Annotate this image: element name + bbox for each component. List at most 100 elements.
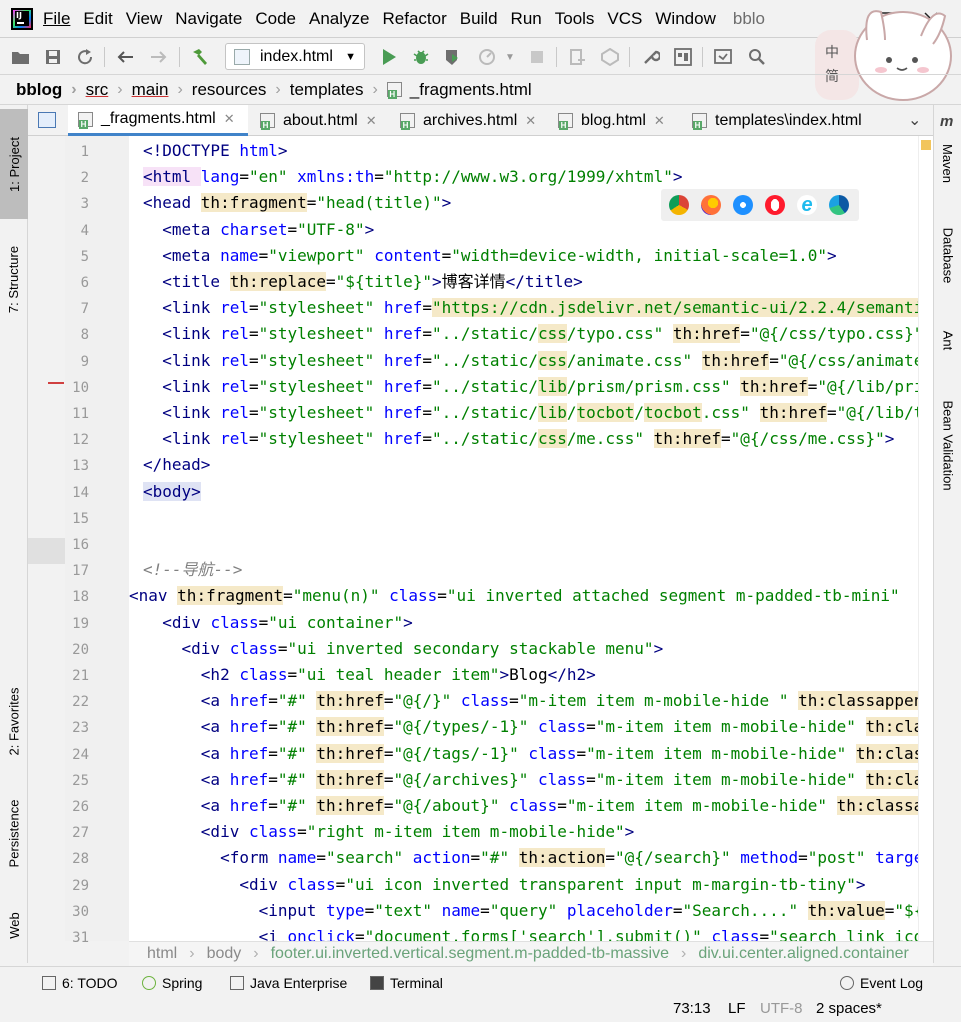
code-token: <a <box>200 796 230 815</box>
tasks-icon[interactable] <box>597 44 623 70</box>
open-folder-icon[interactable] <box>8 44 34 70</box>
tool-tab-project[interactable]: 1: Project <box>0 109 28 219</box>
close-icon[interactable]: ✕ <box>654 113 665 129</box>
scroll-thumb[interactable] <box>28 538 65 564</box>
edge-icon[interactable] <box>829 195 849 215</box>
run-config-select[interactable]: index.html ▼ <box>225 43 365 70</box>
breadcrumb-item-file[interactable]: _fragments.html <box>386 80 532 100</box>
tool-tab-maven[interactable]: Maven <box>934 133 961 193</box>
code-token: th:action <box>518 848 606 868</box>
code-token: = <box>326 272 336 291</box>
run-icon[interactable] <box>376 44 402 70</box>
warning-indicator[interactable] <box>921 140 931 150</box>
code-token: = <box>268 743 278 763</box>
close-icon[interactable]: ✕ <box>525 113 536 129</box>
opera-icon[interactable] <box>765 195 785 215</box>
tab-list-icon[interactable] <box>38 112 56 128</box>
tool-tab-terminal[interactable]: Terminal <box>370 975 443 991</box>
code-crumb-body[interactable]: body <box>207 945 242 963</box>
close-icon[interactable]: ✕ <box>224 111 235 127</box>
code-token: lib <box>537 376 567 396</box>
back-arrow-icon[interactable] <box>112 44 138 70</box>
menu-view[interactable]: View <box>126 9 163 29</box>
breadcrumb-item-project[interactable]: bblog › <box>16 80 86 100</box>
safari-icon[interactable] <box>733 195 753 215</box>
caret-position[interactable]: 73:13 <box>673 1000 711 1017</box>
settings-wrench-icon[interactable] <box>638 44 664 70</box>
profile-dropdown-icon[interactable]: ▼ <box>497 44 523 70</box>
line-number: 31 <box>72 930 89 946</box>
tool-tab-favorites[interactable]: 2: Favorites <box>0 671 28 771</box>
firefox-icon[interactable] <box>701 195 721 215</box>
line-separator[interactable]: LF <box>728 1000 746 1017</box>
tab-fragments[interactable]: _fragments.html✕ <box>68 105 248 136</box>
menu-refactor[interactable]: Refactor <box>382 9 446 29</box>
tab-index[interactable]: templates\index.html <box>686 105 896 136</box>
menu-window[interactable]: Window <box>655 9 715 29</box>
search-icon[interactable] <box>744 44 770 70</box>
run-coverage-icon[interactable] <box>440 44 466 70</box>
menu-navigate[interactable]: Navigate <box>175 9 242 29</box>
code-token: = <box>287 665 298 684</box>
tab-archives[interactable]: archives.html✕ <box>394 105 544 136</box>
project-structure-icon[interactable] <box>670 44 696 70</box>
code-editor[interactable]: <!DOCTYPE html> <html lang="en" xmlns:th=… <box>129 136 918 941</box>
attach-debugger-icon[interactable] <box>565 44 591 70</box>
tool-tab-ant[interactable]: Ant <box>934 320 961 360</box>
breadcrumb-item-main[interactable]: main › <box>132 80 192 100</box>
line-number: 29 <box>72 877 89 894</box>
save-all-icon[interactable] <box>40 44 66 70</box>
menu-build[interactable]: Build <box>460 9 498 29</box>
chrome-icon[interactable] <box>669 195 689 215</box>
code-token: > <box>499 665 510 684</box>
code-token: <link <box>162 298 221 318</box>
code-line: <a href="#" th:href="@{/about}" class="m… <box>143 793 918 819</box>
debug-icon[interactable] <box>408 44 434 70</box>
presentation-icon[interactable] <box>710 44 736 70</box>
tool-tab-database[interactable]: Database <box>934 215 961 295</box>
code-crumb-div[interactable]: div.ui.center.aligned.container <box>698 945 909 963</box>
indent-setting[interactable]: 2 spaces* <box>816 1000 882 1017</box>
tool-tab-java-enterprise[interactable]: Java Enterprise <box>230 975 347 991</box>
close-icon[interactable]: ✕ <box>366 113 377 129</box>
breadcrumb-item-templates[interactable]: templates › <box>290 80 387 100</box>
code-token: "https://cdn.jsdelivr.net/semantic-ui/2.… <box>432 298 918 318</box>
tool-tab-bean-validation[interactable]: Bean Validation <box>934 385 961 505</box>
stop-icon[interactable] <box>524 44 550 70</box>
code-token: <a <box>200 769 230 789</box>
menu-code[interactable]: Code <box>255 9 296 29</box>
menu-vcs[interactable]: VCS <box>607 9 642 29</box>
code-token: "m-item item m-mobile-hide" <box>566 796 837 815</box>
code-token: = <box>769 350 779 370</box>
tab-about[interactable]: about.html✕ <box>254 105 382 136</box>
menu-file[interactable]: File <box>43 9 70 29</box>
tool-tab-persistence[interactable]: Persistence <box>0 785 28 881</box>
tool-tab-web[interactable]: Web <box>0 895 28 955</box>
line-number: 17 <box>72 563 89 580</box>
internet-explorer-icon[interactable]: e <box>797 195 817 215</box>
menu-tools[interactable]: Tools <box>555 9 595 29</box>
code-crumb-html[interactable]: html <box>147 945 177 963</box>
breadcrumb-item-resources[interactable]: resources › <box>192 80 290 100</box>
code-token: placeholder <box>566 900 673 920</box>
build-hammer-icon[interactable] <box>187 44 213 70</box>
tool-tab-spring[interactable]: Spring <box>142 975 202 991</box>
tool-tab-todo[interactable]: 6: TODO <box>42 975 118 991</box>
file-encoding[interactable]: UTF-8 <box>760 1000 803 1017</box>
code-line: <!DOCTYPE html> <box>143 138 288 164</box>
code-token: "@{/}" <box>393 691 461 711</box>
tab-blog[interactable]: blog.html✕ <box>552 105 678 136</box>
forward-arrow-icon[interactable] <box>146 44 172 70</box>
sync-icon[interactable] <box>72 44 98 70</box>
tool-tab-event-log[interactable]: Event Log <box>840 975 923 991</box>
tool-tab-structure[interactable]: 7: Structure <box>0 223 28 335</box>
chevron-down-icon[interactable]: ⌄ <box>908 110 921 130</box>
menu-analyze[interactable]: Analyze <box>309 9 369 29</box>
breadcrumb-item-src[interactable]: src › <box>86 80 132 100</box>
code-token: th:classappend <box>836 796 918 815</box>
menu-run[interactable]: Run <box>511 9 542 29</box>
menu-edit[interactable]: Edit <box>83 9 112 29</box>
code-crumb-footer[interactable]: footer.ui.inverted.vertical.segment.m-pa… <box>271 945 669 963</box>
